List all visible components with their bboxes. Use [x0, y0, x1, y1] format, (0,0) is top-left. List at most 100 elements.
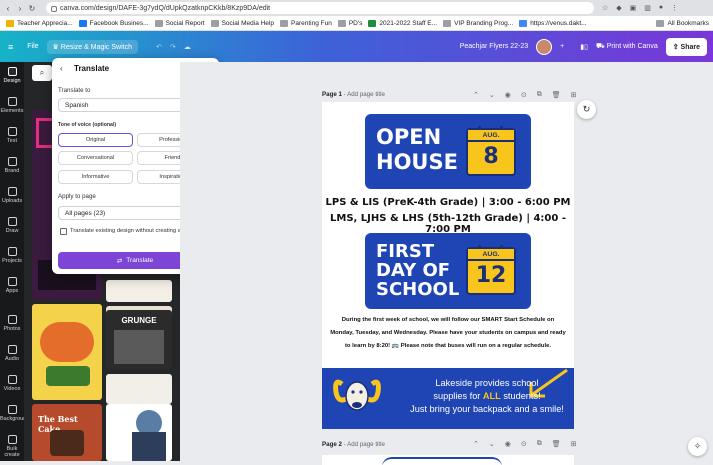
back-icon[interactable]: ‹: [4, 4, 12, 13]
analytics-icon[interactable]: ▮▯: [580, 43, 588, 51]
rail-apps[interactable]: Apps: [0, 277, 24, 294]
back-icon[interactable]: ‹: [60, 64, 63, 73]
lock-icon[interactable]: ⊙: [521, 440, 527, 448]
upload-icon: [7, 187, 17, 196]
chevron-down-icon[interactable]: ⌄: [489, 91, 495, 99]
share-icon: ⇪: [672, 43, 681, 51]
template-thumbnail[interactable]: [32, 304, 102, 400]
rail-text[interactable]: Text: [0, 127, 24, 144]
duplicate-icon[interactable]: ⧉: [537, 440, 542, 448]
hide-icon[interactable]: ◉: [505, 440, 511, 448]
translate-existing-checkbox[interactable]: [60, 228, 67, 235]
redo-icon[interactable]: ↷: [170, 43, 176, 51]
rail-elements[interactable]: Elements: [0, 97, 24, 114]
rail-background[interactable]: Background: [0, 405, 29, 422]
bookmark-vip[interactable]: VIP Branding Prog...: [443, 19, 513, 27]
rail-uploads[interactable]: Uploads: [0, 187, 24, 204]
template-thumbnail[interactable]: [106, 280, 172, 302]
avatar[interactable]: [536, 38, 553, 55]
reload-icon[interactable]: ↻: [28, 4, 36, 13]
bookmark-social-media-help[interactable]: Social Media Help: [210, 19, 274, 27]
lock-icon[interactable]: ⊙: [521, 91, 527, 99]
rail-brand[interactable]: Brand: [0, 157, 24, 174]
cloud-save-icon[interactable]: ☁: [184, 43, 191, 51]
rail-photos[interactable]: Photos: [0, 315, 24, 332]
tone-informative[interactable]: Informative: [58, 170, 133, 184]
hide-icon[interactable]: ◉: [505, 91, 511, 99]
page-title[interactable]: Page 1 - Add page title: [322, 91, 385, 98]
rail-bulk-create[interactable]: Bulk create: [0, 435, 24, 458]
brand-icon: [7, 157, 17, 166]
document-title[interactable]: Peachjar Flyers 22-23: [460, 43, 528, 50]
menu-icon[interactable]: ⋮: [671, 4, 678, 12]
hamburger-icon[interactable]: ≡: [8, 42, 13, 52]
text-icon: [7, 127, 17, 136]
extensions-icon[interactable]: ▣: [630, 4, 637, 12]
flyer-page-2[interactable]: [322, 455, 574, 465]
canvas-area: Page 1 - Add page title ⌃ ⌄ ◉ ⊙ ⧉ 🗑 ⊞ ↻ …: [180, 62, 713, 465]
undo-icon[interactable]: ↶: [156, 43, 162, 51]
audio-icon: [7, 345, 17, 354]
add-collaborator-icon[interactable]: +: [560, 43, 564, 50]
print-button[interactable]: ⛟ Print with Canva: [596, 42, 658, 51]
bookmark-social-report[interactable]: Social Report: [154, 19, 205, 27]
profile-icon[interactable]: ●: [659, 4, 663, 12]
bookmarks-bar: Teacher Apprecia... Facebook Busines... …: [0, 16, 713, 31]
bookmark-staff[interactable]: 2021-2022 Staff E...: [368, 19, 437, 27]
translate-icon: ⇄: [116, 257, 123, 265]
file-menu[interactable]: File: [27, 43, 38, 50]
search-input[interactable]: ⌕: [32, 65, 52, 81]
tone-conversational[interactable]: Conversational: [58, 151, 133, 165]
address-bar[interactable]: canva.com/design/DAFE-3g7ydQ/dUpkQzatknp…: [46, 2, 594, 14]
crown-icon: ♛: [52, 43, 61, 51]
tone-original[interactable]: Original: [58, 133, 133, 147]
bookmark-facebook[interactable]: Facebook Busines...: [78, 19, 149, 27]
magic-assist-icon[interactable]: ✧: [688, 437, 707, 456]
sidepanel-icon[interactable]: ▥: [644, 4, 651, 12]
elements-icon: [7, 97, 17, 106]
design-icon: [7, 67, 17, 76]
duplicate-icon[interactable]: ⧉: [537, 91, 542, 99]
rail-audio[interactable]: Audio: [0, 345, 24, 362]
add-page-icon[interactable]: ⊞: [571, 440, 577, 448]
first-day-banner: FIRST DAY OF SCHOOL AUG. 12: [365, 233, 531, 309]
calendar-icon: AUG. 8: [466, 126, 516, 176]
supplies-footer: Lakeside provides school supplies for AL…: [322, 368, 574, 429]
template-thumbnail[interactable]: GRUNGE: [106, 310, 172, 370]
dialog-title: Translate: [74, 64, 110, 73]
bookmark-parenting-fun[interactable]: Parenting Fun: [279, 19, 332, 27]
chevron-up-icon[interactable]: ⌃: [473, 91, 479, 99]
all-bookmarks[interactable]: All Bookmarks: [656, 19, 709, 27]
schedule-line-2: LMS, LJHS & LHS (5th-12th Grade) | 4:00 …: [330, 213, 566, 235]
rail-draw[interactable]: Draw: [0, 217, 24, 234]
checkbox-label: Translate existing design without creati…: [70, 228, 195, 234]
rail-design[interactable]: Design: [0, 67, 24, 84]
chevron-down-icon[interactable]: ⌄: [489, 440, 495, 448]
star-icon[interactable]: ☆: [602, 4, 608, 12]
refresh-icon[interactable]: ↻: [577, 100, 596, 119]
extension-icon[interactable]: ◆: [616, 4, 621, 12]
browser-toolbar: ‹ › ↻ canva.com/design/DAFE-3g7ydQ/dUpkQ…: [0, 0, 713, 16]
apps-icon: [7, 277, 17, 286]
photo-icon: [7, 315, 17, 324]
chevron-up-icon[interactable]: ⌃: [473, 440, 479, 448]
flyer-page-1[interactable]: OPEN HOUSE AUG. 8 LPS & LIS (PreK-4th Gr…: [322, 102, 574, 429]
tone-label: Tone of voice (optional): [58, 122, 117, 128]
rail-videos[interactable]: Videos: [0, 375, 24, 392]
forward-icon[interactable]: ›: [16, 4, 24, 13]
template-thumbnail[interactable]: [106, 374, 172, 404]
resize-button[interactable]: ♛ Resize & Magic Switch: [46, 39, 138, 54]
trash-icon[interactable]: 🗑: [552, 440, 561, 448]
template-thumbnail[interactable]: [106, 404, 172, 461]
rail-projects[interactable]: Projects: [0, 247, 24, 264]
add-page-icon[interactable]: ⊞: [571, 91, 577, 99]
page-tools: ⌃ ⌄ ◉ ⊙ ⧉ 🗑 ⊞: [473, 91, 577, 99]
share-button[interactable]: ⇪ Share: [665, 37, 707, 56]
trash-icon[interactable]: 🗑: [552, 91, 561, 99]
template-thumbnail[interactable]: The Best Cake: [32, 404, 102, 461]
bookmark-pds[interactable]: PD's: [337, 19, 362, 27]
bookmark-teacher[interactable]: Teacher Apprecia...: [6, 19, 73, 27]
page-title[interactable]: Page 2 - Add page title: [322, 441, 385, 448]
bookmark-venus[interactable]: https://venus.dakt...: [519, 19, 587, 27]
background-icon: [7, 405, 17, 414]
